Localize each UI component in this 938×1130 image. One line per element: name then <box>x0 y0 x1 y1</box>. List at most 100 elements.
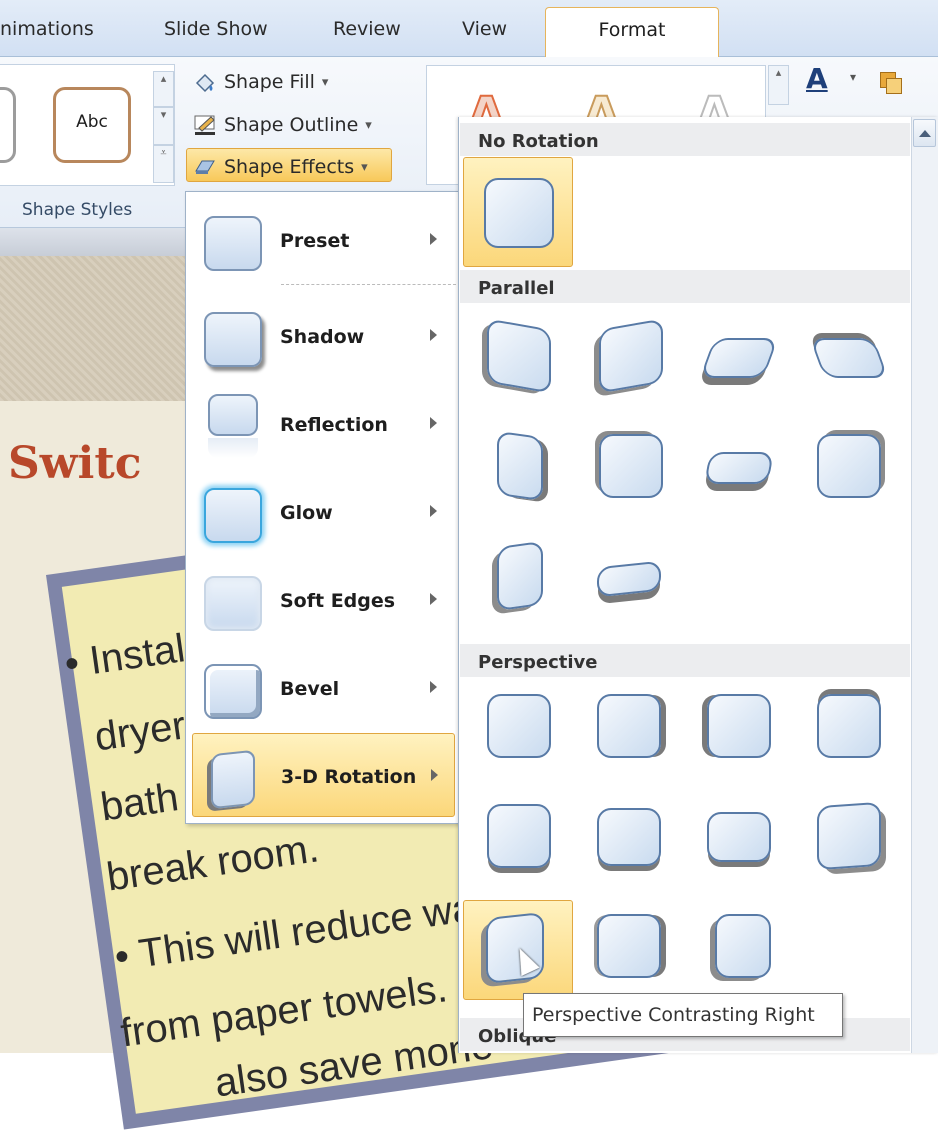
section-header-no-rotation: No Rotation <box>460 123 910 156</box>
rotation-option-perspective[interactable] <box>583 680 675 770</box>
gallery-more[interactable]: ⩡ <box>153 145 174 183</box>
scroll-up-button[interactable] <box>913 119 936 147</box>
rotation-option-perspective[interactable] <box>693 680 785 770</box>
shape-fill-button[interactable]: Shape Fill ▾ <box>187 63 334 97</box>
chevron-right-icon <box>430 593 437 605</box>
tab-format[interactable]: Format <box>545 7 719 58</box>
rotation-option-parallel[interactable] <box>473 420 565 510</box>
bring-forward-icon[interactable] <box>880 64 920 104</box>
rotation-option-parallel[interactable] <box>585 310 677 400</box>
rotation-option-parallel[interactable] <box>803 420 895 510</box>
rotation-preview <box>817 434 881 498</box>
shape-outline-label: Shape Outline <box>224 114 359 136</box>
chevron-right-icon <box>430 505 437 517</box>
rotation-option-perspective[interactable] <box>583 900 675 990</box>
chevron-down-icon: ▾ <box>365 117 372 133</box>
menu-item-shadow[interactable]: Shadow <box>192 294 455 378</box>
glow-icon <box>204 488 262 543</box>
rotation-preview <box>597 560 661 598</box>
rotation-option-parallel[interactable] <box>803 310 895 400</box>
style-swatch-abc[interactable]: Abc <box>53 87 131 163</box>
text-fill-icon[interactable]: A <box>806 62 828 95</box>
menu-item-soft-edges[interactable]: Soft Edges <box>192 558 455 642</box>
rotation-preview <box>486 911 544 985</box>
rotation-option-perspective[interactable] <box>473 680 565 770</box>
rotation-option-none[interactable] <box>463 157 573 267</box>
shape-outline-button[interactable]: Shape Outline ▾ <box>187 106 378 140</box>
rotation-preview <box>707 694 771 758</box>
tab-slide-show[interactable]: Slide Show <box>164 18 268 40</box>
paint-bucket-icon <box>195 73 215 93</box>
rotation-option-perspective[interactable] <box>583 790 675 880</box>
rotation-preview <box>597 914 661 978</box>
chevron-right-icon <box>430 681 437 693</box>
rotation-option-parallel[interactable] <box>583 530 675 620</box>
menu-separator <box>281 284 456 285</box>
reflection-mirror <box>208 438 258 458</box>
menu-item-label: Preset <box>280 230 350 252</box>
rotation-option-parallel[interactable] <box>473 530 565 620</box>
preset-icon <box>204 216 262 271</box>
menu-item-preset[interactable]: Preset <box>192 198 455 282</box>
rotation-option-perspective[interactable] <box>473 790 565 880</box>
menu-item-label: Glow <box>280 502 333 524</box>
chevron-down-icon[interactable]: ▾ <box>850 70 856 84</box>
chevron-down-icon: ▾ <box>361 159 368 175</box>
shape-effects-icon <box>195 160 215 174</box>
rotation-preview <box>707 812 771 862</box>
pencil-icon <box>194 115 215 135</box>
rotation-option-perspective[interactable] <box>803 790 895 880</box>
rotation-preview <box>487 694 551 758</box>
section-header-perspective: Perspective <box>460 644 910 677</box>
menu-item-label: Soft Edges <box>280 590 396 612</box>
chevron-right-icon <box>430 417 437 429</box>
rotation-option-perspective[interactable] <box>803 680 895 770</box>
tab-animations[interactable]: nimations <box>0 18 94 40</box>
shape-effects-label: Shape Effects <box>224 156 355 178</box>
rotation-option-parallel[interactable] <box>473 310 565 400</box>
shape-styles-gallery: Abc ▴ ▾ ⩡ <box>0 64 175 186</box>
ribbon-tab-bar: nimations Slide Show Review View Format <box>0 0 938 58</box>
chevron-right-icon <box>430 329 437 341</box>
rotation-preview <box>484 178 554 248</box>
shape-styles-group-label: Shape Styles <box>22 200 133 220</box>
rotation-preview <box>715 914 771 978</box>
rotation-option-parallel[interactable] <box>693 420 785 510</box>
menu-item-bevel[interactable]: Bevel <box>192 646 455 730</box>
rotation-option-perspective[interactable] <box>693 900 785 990</box>
rotation-preview <box>487 804 551 868</box>
rotation-preview <box>704 452 774 484</box>
rotation-preview <box>817 801 881 871</box>
slide-title[interactable]: Switc <box>8 438 141 489</box>
tab-view[interactable]: View <box>462 18 507 40</box>
shape-effects-button[interactable]: Shape Effects ▾ <box>186 148 392 182</box>
rotation-preview <box>487 318 551 394</box>
rotation-option-perspective[interactable] <box>693 790 785 880</box>
section-header-parallel: Parallel <box>460 270 910 303</box>
bevel-icon <box>204 664 262 719</box>
reflection-icon <box>208 394 258 436</box>
chevron-right-icon <box>430 233 437 245</box>
rotation-preview <box>599 434 663 498</box>
3d-rotation-icon <box>211 749 255 810</box>
rotation-preview <box>599 318 663 394</box>
rotation-preview <box>497 430 543 502</box>
style-swatch[interactable] <box>0 87 16 163</box>
rotation-preview <box>699 338 779 378</box>
shape-effects-menu: Preset Shadow Reflection Glow Soft Edges… <box>185 191 460 824</box>
menu-item-label: 3-D Rotation <box>281 766 417 788</box>
gallery-scrollbar[interactable] <box>911 117 938 1053</box>
wordart-scroll-up[interactable]: ▴ <box>768 65 789 105</box>
gallery-scroll-up[interactable]: ▴ <box>153 71 174 107</box>
rotation-preview <box>809 338 889 378</box>
shadow-icon <box>204 312 262 367</box>
menu-item-reflection[interactable]: Reflection <box>192 382 455 466</box>
menu-item-glow[interactable]: Glow <box>192 470 455 554</box>
gallery-scroll-down[interactable]: ▾ <box>153 107 174 145</box>
menu-item-label: Reflection <box>280 414 388 436</box>
menu-item-3d-rotation[interactable]: 3-D Rotation <box>192 733 455 817</box>
tab-review[interactable]: Review <box>333 18 401 40</box>
rotation-option-parallel[interactable] <box>585 420 677 510</box>
rotation-option-parallel[interactable] <box>693 310 785 400</box>
menu-item-label: Bevel <box>280 678 340 700</box>
